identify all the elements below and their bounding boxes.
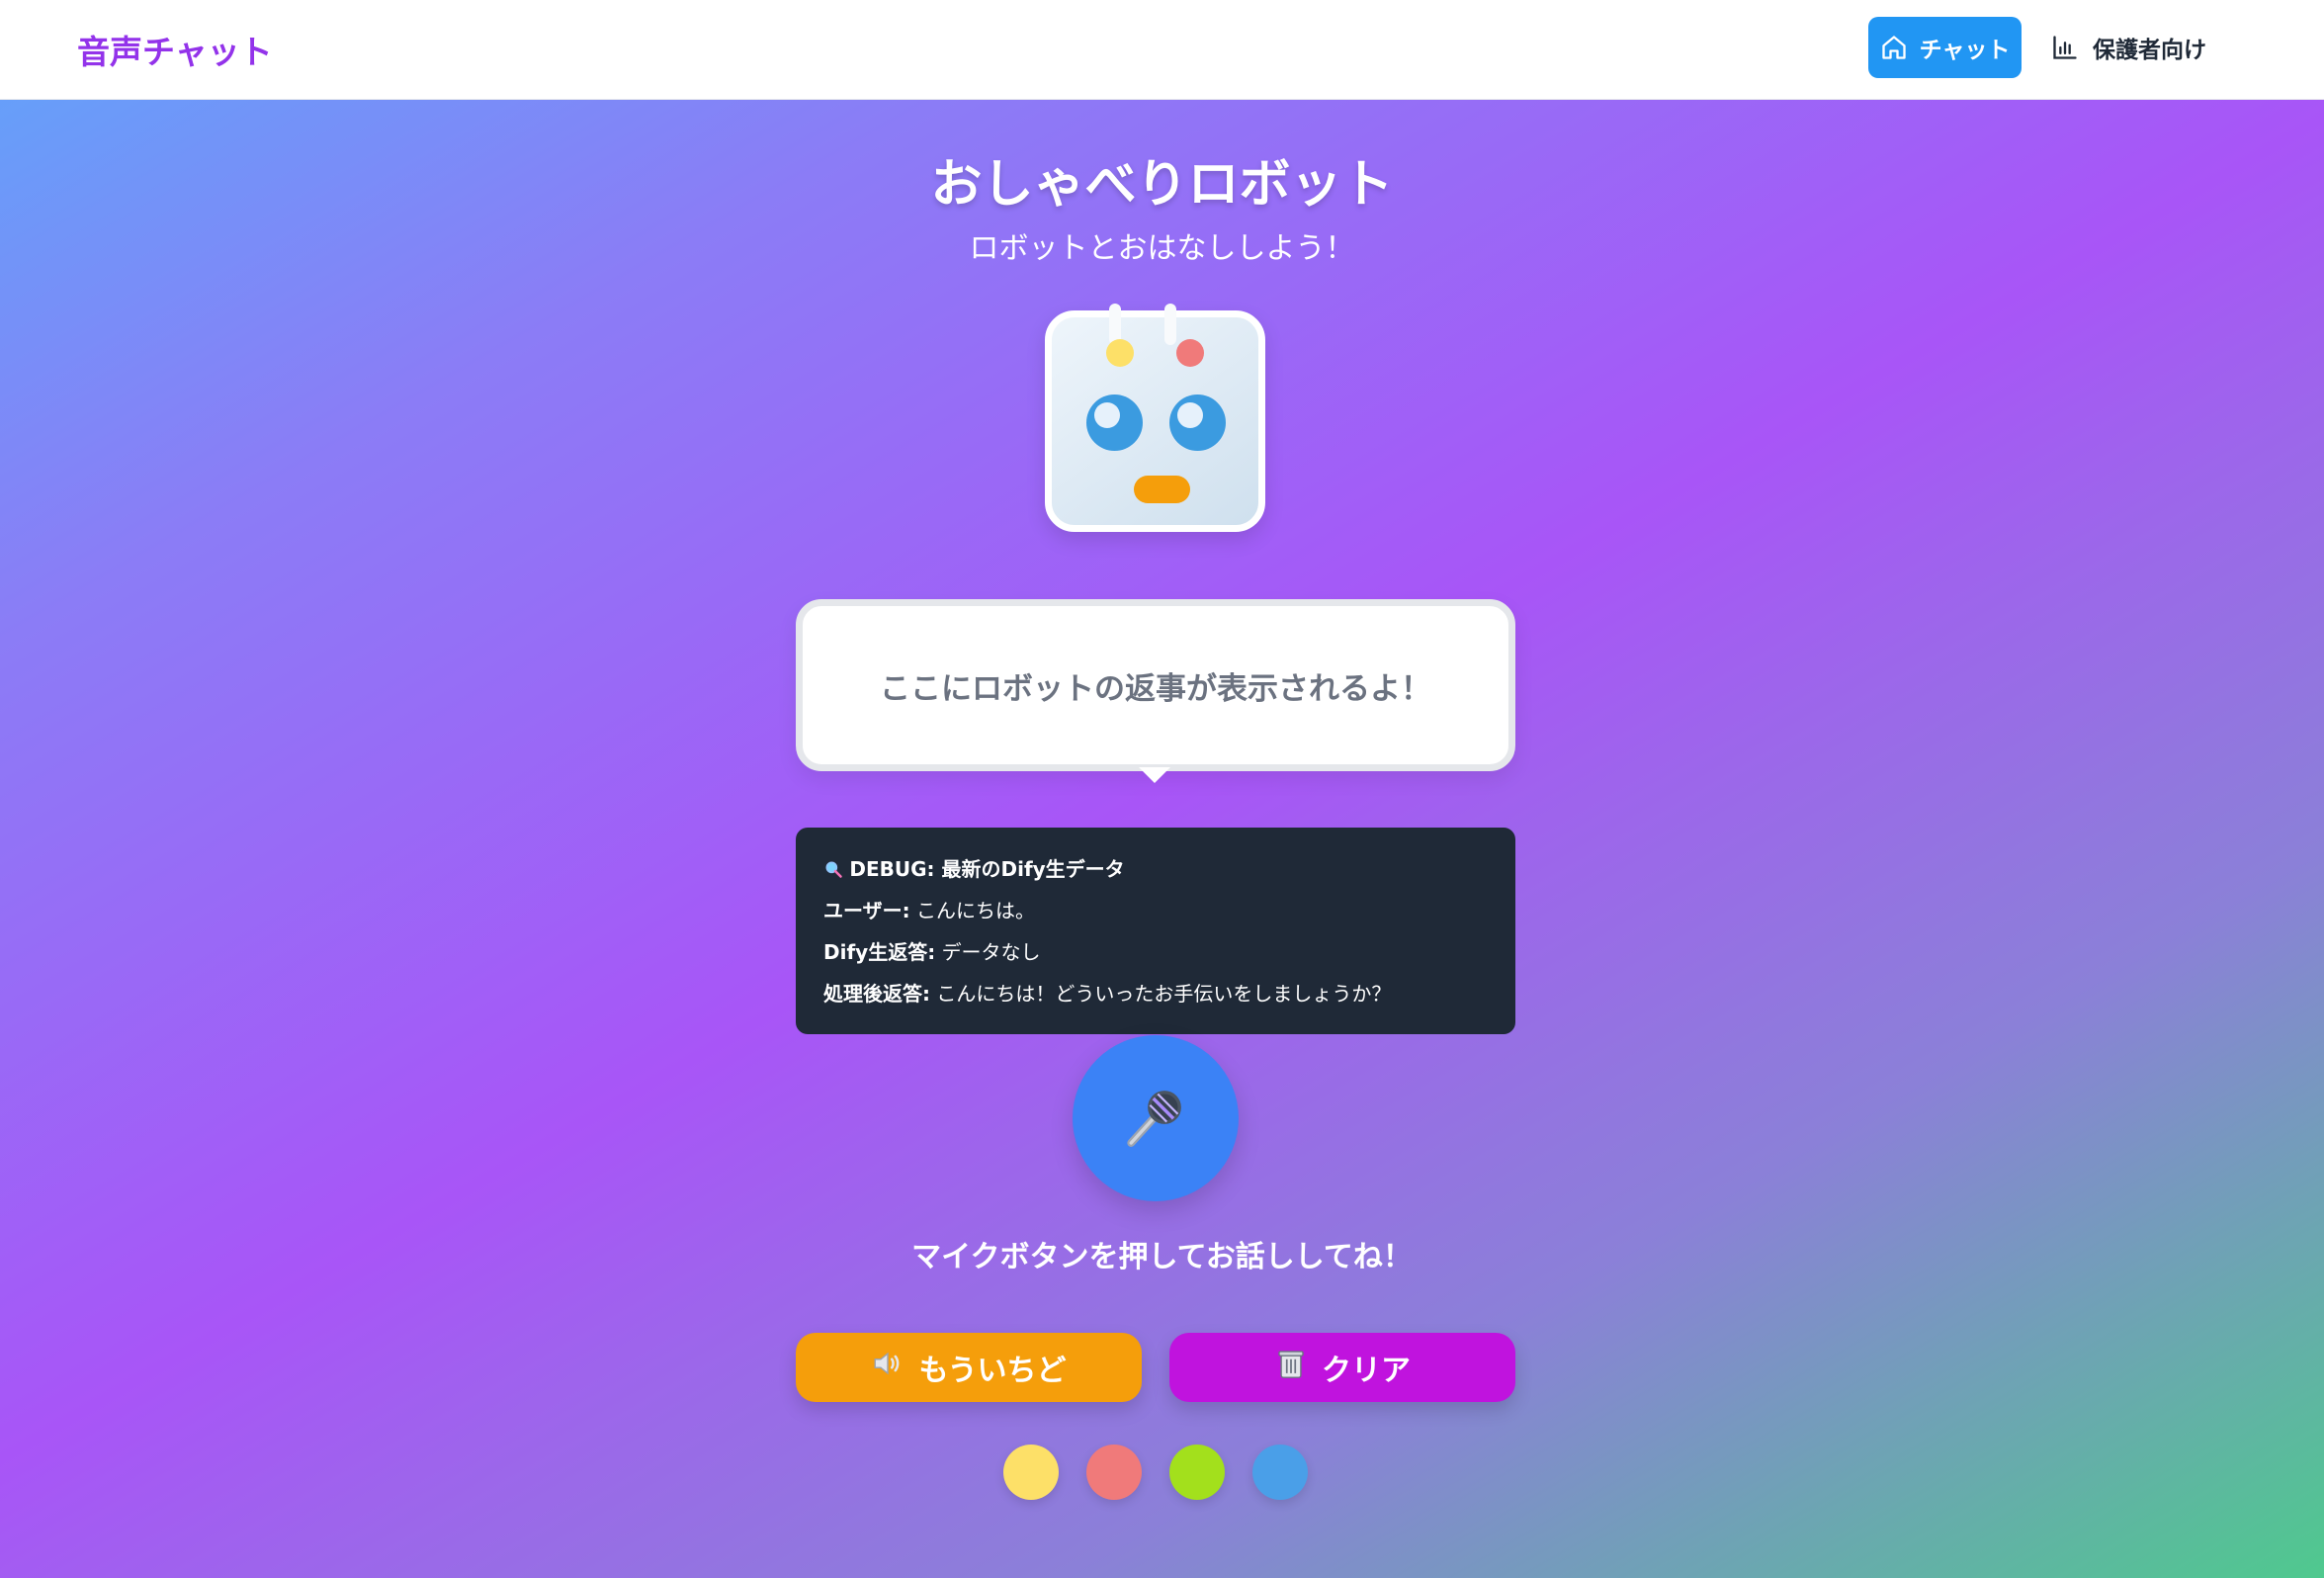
speech-bubble-tail [1139, 767, 1170, 783]
nav-chat-button[interactable]: チャット [1868, 17, 2022, 78]
debug-value: こんにちは。 [915, 899, 1035, 922]
speaker-icon [871, 1347, 904, 1388]
debug-panel: DEBUG: 最新のDify生データ ユーザー: こんにちは。 Dify生返答:… [796, 828, 1515, 1034]
debug-row-processed-reply: 処理後返答: こんにちは！どういったお手伝いをしましょうか？ [823, 980, 1488, 1021]
robot-eye-right [1169, 394, 1226, 451]
robot-reply-text: ここにロボットの返事が表示されるよ！ [880, 670, 1431, 707]
decor-dot-green [1169, 1445, 1225, 1500]
nav-chat-label: チャット [1919, 38, 2011, 63]
robot-antenna-right [1164, 304, 1176, 345]
app-brand[interactable]: 音声チャット [77, 26, 273, 73]
nav-parents-label: 保護者向け [2093, 38, 2206, 63]
debug-label: 処理後返答: [823, 982, 930, 1006]
robot-speech-bubble: ここにロボットの返事が表示されるよ！ [796, 599, 1515, 771]
debug-heading-text: DEBUG: 最新のDify生データ [849, 857, 1125, 881]
robot-light-red [1176, 339, 1204, 367]
debug-value: データなし [941, 940, 1041, 964]
microphone-icon [1120, 1081, 1191, 1156]
page-subtitle: ロボットとおはなししよう！ [969, 231, 1355, 266]
robot-light-yellow [1106, 339, 1134, 367]
robot-eye-left [1086, 394, 1143, 451]
debug-value: こんにちは！どういったお手伝いをしましょうか？ [936, 982, 1392, 1006]
replay-button-label: もういちど [918, 1354, 1067, 1388]
clear-button[interactable]: クリア [1169, 1333, 1515, 1402]
debug-heading: DEBUG: 最新のDify生データ [823, 855, 1488, 897]
debug-row-user: ユーザー: こんにちは。 [823, 897, 1488, 938]
decor-dot-red [1086, 1445, 1142, 1500]
nav-parents-button[interactable]: 保護者向け [2051, 17, 2206, 78]
page-title: おしゃべりロボット [930, 155, 1394, 215]
trash-icon [1274, 1347, 1308, 1388]
mic-hint-text: マイクボタンを押してお話ししてね！ [911, 1240, 1413, 1274]
app-header: 音声チャット チャット 保護者向け [0, 0, 2324, 100]
clear-button-label: クリア [1322, 1354, 1411, 1388]
replay-button[interactable]: もういちど [796, 1333, 1142, 1402]
microphone-button[interactable] [1073, 1035, 1239, 1201]
debug-label: Dify生返答: [823, 940, 936, 964]
debug-label: ユーザー: [823, 899, 910, 922]
magnifier-icon [823, 857, 849, 881]
bar-chart-icon [2051, 34, 2079, 61]
decor-dot-blue [1252, 1445, 1308, 1500]
debug-row-raw-reply: Dify生返答: データなし [823, 938, 1488, 980]
home-icon [1880, 34, 1908, 61]
robot-mouth [1134, 476, 1190, 503]
decor-dot-yellow [1003, 1445, 1059, 1500]
robot-avatar [1045, 304, 1265, 532]
